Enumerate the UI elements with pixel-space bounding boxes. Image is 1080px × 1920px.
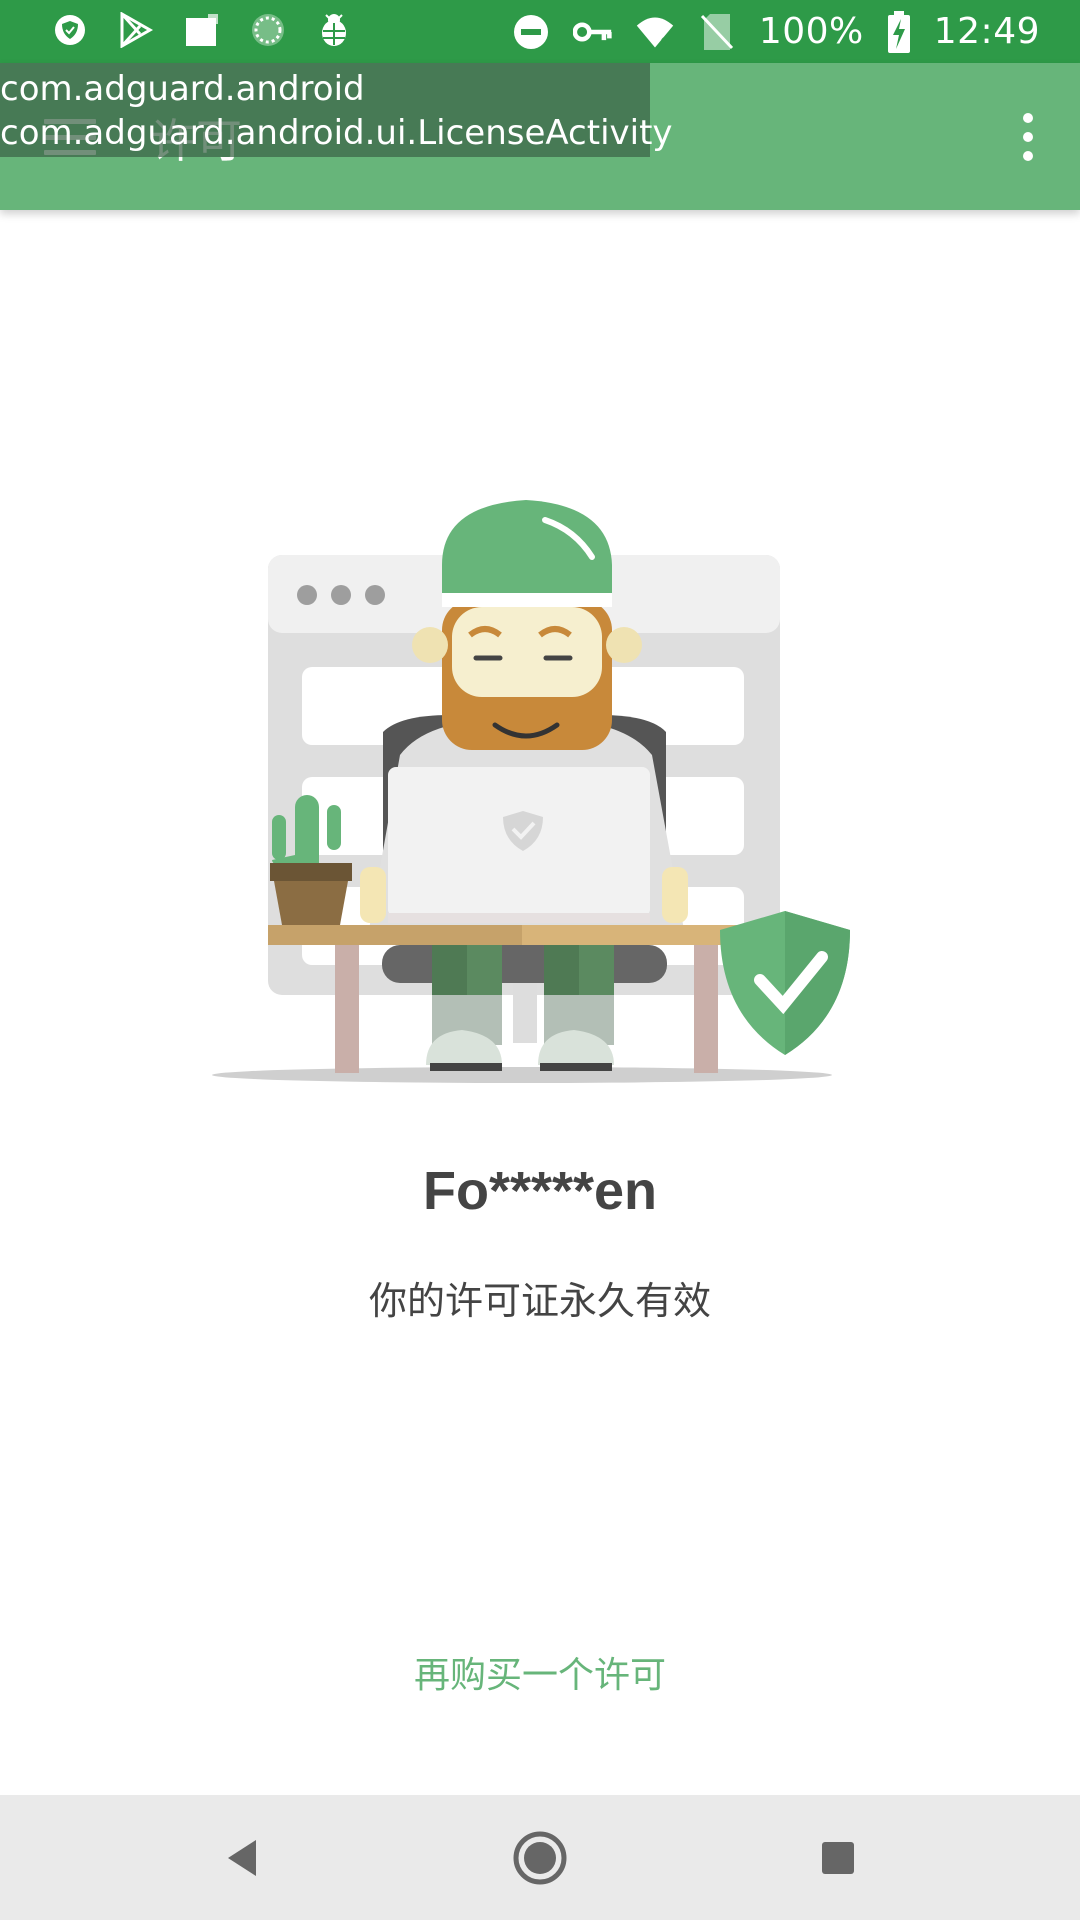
license-user-name: Fo*****en bbox=[422, 1161, 658, 1221]
recents-icon bbox=[822, 1842, 854, 1874]
more-dot bbox=[1023, 132, 1033, 142]
debug-activity-name: com.adguard.android.ui.LicenseActivity bbox=[0, 113, 673, 153]
debug-package-name: com.adguard.android bbox=[0, 69, 365, 109]
back-icon bbox=[228, 1840, 256, 1876]
status-bar-right: 100% 12:49 bbox=[511, 0, 1040, 63]
battery-percent: 100% bbox=[758, 11, 864, 52]
more-options-button[interactable] bbox=[1016, 113, 1040, 161]
more-dot bbox=[1023, 151, 1033, 161]
adguard-mascot-illustration bbox=[212, 500, 850, 1083]
status-bar: 100% 12:49 bbox=[0, 0, 1080, 63]
license-illustration bbox=[200, 495, 860, 1095]
navigation-bar bbox=[0, 1795, 1080, 1920]
battery-charging-icon bbox=[886, 10, 912, 53]
square-icon bbox=[182, 10, 222, 50]
home-icon bbox=[513, 1831, 567, 1885]
clock: 12:49 bbox=[933, 11, 1040, 52]
home-button[interactable] bbox=[512, 1830, 568, 1886]
buy-another-license-link[interactable]: 再购买一个许可 bbox=[0, 1646, 1080, 1698]
do-not-disturb-icon bbox=[511, 12, 551, 52]
vpn-key-icon bbox=[572, 12, 613, 52]
wifi-icon bbox=[635, 12, 675, 52]
sync-circle-icon bbox=[248, 10, 288, 50]
bug-icon bbox=[314, 10, 354, 50]
recents-button[interactable] bbox=[810, 1830, 866, 1886]
license-status-text: 你的许可证永久有效 bbox=[368, 1279, 711, 1323]
play-store-icon bbox=[116, 10, 156, 50]
adguard-shield-icon bbox=[50, 10, 90, 50]
back-button[interactable] bbox=[214, 1830, 270, 1886]
status-bar-left bbox=[50, 10, 354, 50]
more-dot bbox=[1023, 113, 1033, 123]
debug-activity-overlay: com.adguard.android com.adguard.android.… bbox=[0, 63, 673, 157]
no-sim-icon bbox=[697, 12, 737, 52]
